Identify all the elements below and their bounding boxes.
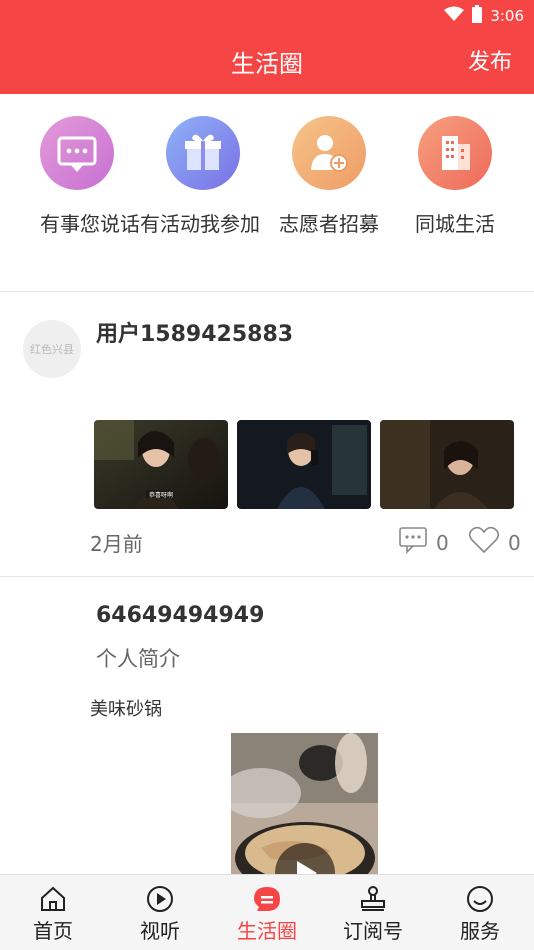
smile-icon (466, 885, 494, 913)
quick-actions: 有事您说话 有活动我参加 志愿者招募 同城生活 (0, 94, 534, 292)
comment-button[interactable]: 0 (398, 526, 449, 559)
tab-label: 订阅号 (343, 919, 403, 943)
status-indicators: 3:06 (444, 5, 524, 27)
post-image-2[interactable] (237, 420, 371, 509)
wifi-icon (444, 6, 465, 26)
post-card[interactable]: 64649494949 个人简介 美味砂锅 (0, 577, 534, 874)
bottom-tab-bar: 首页 视听 生活圈 订阅号 服务 (0, 874, 534, 950)
publish-button[interactable]: 发布 (468, 44, 512, 76)
tab-home[interactable]: 首页 (0, 875, 106, 950)
chat-bubble-icon (40, 116, 114, 190)
tab-services[interactable]: 服务 (427, 875, 533, 950)
quick-action-talk[interactable]: 有事您说话 (14, 116, 140, 236)
tab-life-circle[interactable]: 生活圈 (214, 875, 320, 950)
page-title: 生活圈 (231, 50, 303, 78)
post-image-1[interactable]: 恭喜呀啊 (94, 420, 228, 509)
home-icon (39, 885, 67, 913)
like-button[interactable]: 0 (468, 526, 521, 559)
tab-label: 服务 (460, 919, 500, 943)
tab-video[interactable]: 视听 (107, 875, 213, 950)
building-icon (418, 116, 492, 190)
comment-icon (398, 526, 428, 559)
quick-action-label: 同城生活 (415, 212, 495, 236)
quick-action-volunteer[interactable]: 志愿者招募 (266, 116, 392, 236)
post-content: 美味砂锅 (90, 699, 162, 720)
gift-icon (166, 116, 240, 190)
life-circle-icon (253, 885, 281, 913)
add-user-icon (292, 116, 366, 190)
like-count: 0 (508, 530, 521, 555)
tab-subscriptions[interactable]: 订阅号 (320, 875, 426, 950)
quick-action-label: 有活动我参加 (140, 212, 260, 236)
status-time: 3:06 (490, 7, 524, 25)
quick-action-label: 志愿者招募 (279, 212, 379, 236)
tab-label: 生活圈 (237, 919, 297, 943)
quick-action-activity[interactable]: 有活动我参加 (140, 116, 266, 236)
app-bar: 生活圈 发布 (0, 30, 534, 94)
post-bio: 个人简介 (96, 647, 180, 671)
post-image-3[interactable] (380, 420, 514, 509)
post-image-caption: 恭喜呀啊 (149, 491, 173, 499)
tab-label: 视听 (140, 919, 180, 943)
post-username[interactable]: 用户1589425883 (96, 316, 293, 348)
post-image[interactable] (231, 733, 378, 874)
play-circle-icon (146, 885, 174, 913)
post-username[interactable]: 64649494949 (96, 603, 264, 628)
comment-count: 0 (436, 530, 449, 555)
status-bar: 3:06 (0, 0, 534, 30)
post-card[interactable]: 红色兴县 用户1589425883 恭喜呀啊 2月前 0 0 (0, 292, 534, 576)
tab-label: 首页 (33, 919, 73, 943)
stamp-icon (359, 885, 387, 913)
post-time: 2月前 (90, 532, 143, 556)
quick-action-city-life[interactable]: 同城生活 (392, 116, 518, 236)
quick-action-label: 有事您说话 (40, 212, 140, 236)
battery-icon (472, 5, 483, 27)
heart-icon (468, 526, 500, 559)
avatar[interactable]: 红色兴县 (23, 320, 81, 378)
